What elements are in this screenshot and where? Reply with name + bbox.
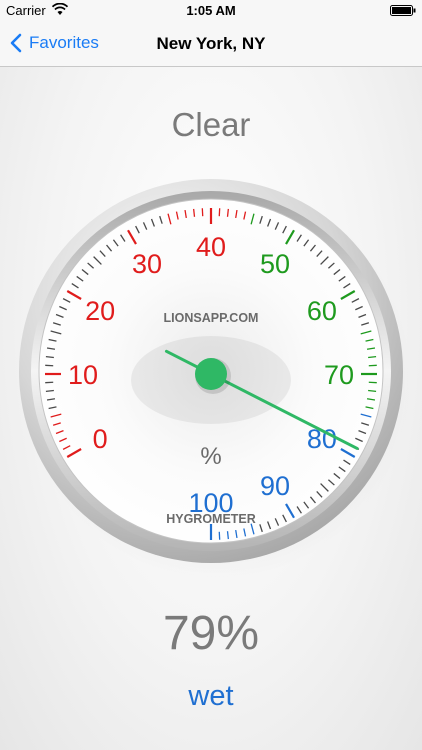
minor-tick (226, 208, 229, 217)
scale-label: 80 (307, 424, 337, 454)
humidity-value: 79% (162, 607, 260, 660)
weather-condition: Clear (171, 106, 251, 143)
scale-label: 10 (68, 360, 98, 390)
minor-tick (368, 389, 377, 392)
scale-label: 30 (132, 249, 162, 279)
humidity-state: wet (188, 680, 234, 712)
gauge-brand-label: LIONSAPP.COM (164, 311, 259, 325)
minor-tick (226, 531, 229, 540)
minor-tick (368, 356, 377, 359)
scale-label: 20 (85, 296, 115, 326)
minor-tick (193, 208, 196, 217)
scale-label: 70 (324, 360, 354, 390)
clock: 1:05 AM (186, 3, 236, 18)
page-title: New York, NY (156, 34, 266, 53)
scale-label: 0 (93, 424, 108, 454)
gauge-unit-label: % (200, 443, 221, 470)
scale-label: 50 (260, 249, 290, 279)
minor-tick (45, 389, 54, 392)
scale-label: 40 (196, 232, 226, 262)
gauge-pivot-hub (195, 358, 227, 390)
status-bar: Carrier 1:05 AM (0, 0, 422, 20)
scale-label: 90 (260, 471, 290, 501)
battery-icon (390, 5, 416, 16)
gauge-caption-label: HYGROMETER (166, 512, 256, 526)
minor-tick (45, 356, 54, 359)
scale-label: 60 (307, 296, 337, 326)
navigation-bar: Favorites New York, NY (0, 20, 422, 67)
hygrometer-gauge: 0102030405060708090100 LIONSAPP.COM % HY… (19, 179, 410, 580)
